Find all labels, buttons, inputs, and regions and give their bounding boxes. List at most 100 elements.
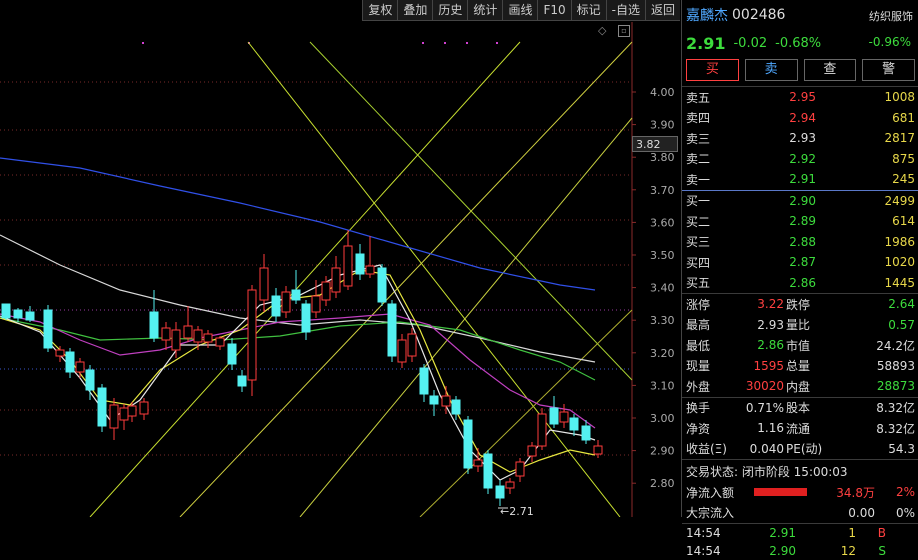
candle-up	[311, 295, 321, 313]
bids-row[interactable]: 买四 2.87 1020	[682, 252, 918, 273]
kline-canvas[interactable]: 4.00 3.90 3.80 3.70 3.60 3.50 3.40 3.30 3.20 3.10…	[0, 0, 680, 517]
diamond-icon[interactable]: ◇	[598, 24, 606, 37]
sell-button[interactable]: 卖	[744, 59, 798, 81]
candle-down	[355, 253, 365, 275]
settings-icon[interactable]: ▫	[618, 25, 630, 37]
event-marker	[422, 42, 424, 44]
stat-label: 最高	[686, 318, 711, 333]
toolbar-btn-8[interactable]: 返回	[644, 0, 680, 21]
candle-down	[149, 311, 159, 339]
tick-volume: 12	[840, 544, 856, 558]
action-buttons: 买卖查警	[682, 56, 918, 86]
candle-up	[343, 245, 353, 287]
fund-value: 0.71%	[745, 400, 784, 415]
sector-label[interactable]: 纺织服饰	[869, 8, 913, 24]
asks-price: 2.94	[789, 110, 816, 125]
bids-price: 2.89	[789, 214, 816, 229]
candle-up	[281, 291, 291, 313]
fund-value: 0.040	[749, 441, 784, 456]
asks-row[interactable]: 卖三 2.93 2817	[682, 128, 918, 149]
stat-value: 3.22	[757, 297, 784, 312]
asks-label: 卖一	[686, 172, 711, 187]
candle-up	[247, 289, 257, 381]
bids-price: 2.86	[789, 275, 816, 290]
candle-down	[271, 295, 281, 317]
tick-list: 14:54 2.91 1 B 14:54 2.90 12 S	[682, 524, 918, 560]
candle-down	[1, 303, 11, 319]
toolbar-btn-6[interactable]: 标记	[570, 0, 606, 21]
y-tick-label: 3.40	[650, 282, 675, 295]
candle-up	[259, 267, 269, 301]
stat-label: 总量	[786, 359, 811, 374]
bids-row[interactable]: 买五 2.86 1445	[682, 273, 918, 294]
trend-line	[89, 41, 521, 517]
stat-value: 24.2亿	[876, 338, 915, 353]
bids-price: 2.88	[789, 234, 816, 249]
candle-up	[215, 337, 225, 347]
candle-up	[505, 481, 515, 489]
alert-button[interactable]: 警	[862, 59, 915, 81]
candle-down	[495, 485, 505, 499]
asks-label: 卖五	[686, 90, 711, 105]
bids-row[interactable]: 买三 2.88 1986	[682, 232, 918, 253]
candle-down	[549, 407, 559, 425]
buy-button[interactable]: 买	[686, 59, 739, 81]
candle-down	[581, 425, 591, 441]
low-marker-label: ←2.71	[500, 505, 534, 517]
candle-up	[75, 361, 85, 373]
asks-row[interactable]: 卖五 2.95 1008	[682, 87, 918, 108]
candle-up	[203, 333, 213, 343]
candle-down	[13, 309, 23, 319]
stat-row: 最低 2.86 市值 24.2亿	[682, 335, 918, 356]
asks-row[interactable]: 卖二 2.92 875	[682, 149, 918, 170]
asks-row[interactable]: 卖一 2.91 245	[682, 169, 918, 190]
asks-row[interactable]: 卖四 2.94 681	[682, 108, 918, 129]
toolbar-btn-4[interactable]: 画线	[502, 0, 538, 21]
y-tick-label: 4.00	[650, 86, 675, 99]
y-tick-label: 3.50	[650, 249, 675, 262]
bids-label: 买五	[686, 276, 711, 291]
candle-up	[139, 401, 149, 415]
bids-row[interactable]: 买一 2.90 2499	[682, 191, 918, 212]
kline-chart[interactable]: 4.00 3.90 3.80 3.70 3.60 3.50 3.40 3.30 3.20 3.10…	[0, 0, 680, 517]
toolbar-btn-0[interactable]: 复权	[362, 0, 398, 21]
fund-row: 收益(Ξ) 0.040 PE(动) 54.3	[682, 439, 918, 460]
bids-row[interactable]: 买二 2.89 614	[682, 211, 918, 232]
flow-pct: 2%	[895, 485, 915, 500]
stat-label: 市值	[786, 338, 811, 353]
candle-up	[593, 445, 603, 455]
fund-row: 换手 0.71% 股本 8.32亿	[682, 398, 918, 419]
toolbar-btn-2[interactable]: 历史	[432, 0, 468, 21]
toolbar-btn-3[interactable]: 统计	[467, 0, 503, 21]
price-change: -0.02	[733, 35, 768, 51]
crosshair-price-tag: 3.82	[632, 136, 678, 152]
toolbar-btn-5[interactable]: F10	[537, 0, 571, 21]
stat-value: 2.86	[757, 338, 784, 353]
tick-price: 2.90	[769, 544, 796, 558]
stat-value: 58893	[876, 358, 915, 373]
candle-up	[537, 413, 547, 447]
y-tick-label: 2.80	[650, 477, 675, 490]
bids-volume: 2499	[884, 193, 915, 208]
candle-up	[365, 265, 375, 275]
event-marker	[142, 42, 144, 44]
stock-name[interactable]: 嘉麟杰	[686, 5, 728, 25]
stat-label: 最低	[686, 338, 711, 353]
quote-panel: 嘉麟杰 002486 纺织服饰 2.91 -0.02 -0.68% -0.96%…	[681, 0, 918, 558]
toolbar-btn-1[interactable]: 叠加	[397, 0, 433, 21]
candle-up	[119, 407, 129, 421]
bid-book: 买一 2.90 2499 买二 2.89 614 买三 2.88 1986 买四 2.87 1020 买…	[682, 191, 918, 294]
fund-value: 54.3	[888, 441, 915, 456]
tick-side: S	[878, 544, 886, 558]
stat-row: 最高 2.93 量比 0.57	[682, 315, 918, 336]
bids-volume: 1986	[884, 234, 915, 249]
flow-bar	[754, 509, 824, 517]
trade-status: 交易状态: 闭市阶段 15:00:03	[686, 464, 848, 479]
asks-price: 2.91	[789, 172, 816, 187]
stat-label: 内盘	[786, 379, 811, 394]
last-price: 2.91	[686, 33, 726, 53]
toolbar-btn-7[interactable]: -自选	[605, 0, 645, 21]
query-button[interactable]: 查	[803, 59, 857, 81]
candle-up	[397, 339, 407, 363]
stock-code: 002486	[732, 7, 786, 23]
